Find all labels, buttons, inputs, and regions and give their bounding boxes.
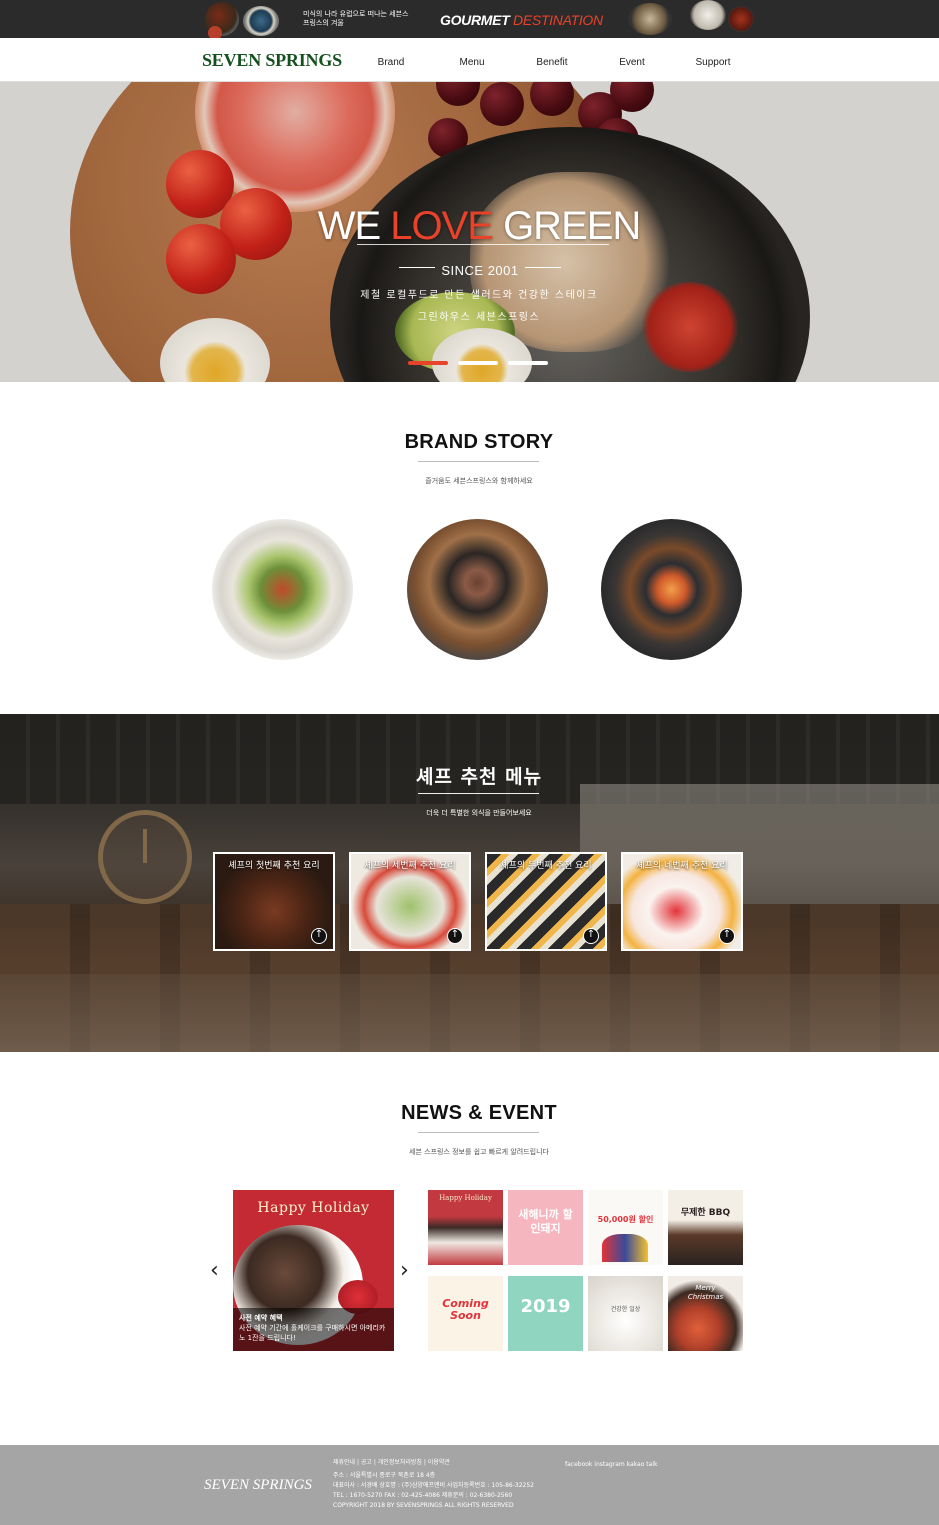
brand-story-title: BRAND STORY bbox=[404, 431, 554, 453]
news-thumb[interactable]: 새해니까 할인돼지 bbox=[508, 1190, 583, 1265]
brand-story-image-platter[interactable] bbox=[601, 519, 742, 660]
hero-divider bbox=[525, 267, 561, 268]
news-event-title: NEWS & EVENT bbox=[401, 1102, 557, 1124]
news-caption-desc: 사전 예약 기간에 홀케이크를 구매하시면 아메리카노 1잔을 드립니다! bbox=[239, 1324, 386, 1342]
news-caption: 사전 예약 혜택 사전 예약 기간에 홀케이크를 구매하시면 아메리카노 1잔을… bbox=[233, 1308, 394, 1351]
hero-since: SINCE 2001 bbox=[441, 263, 519, 278]
food-image bbox=[208, 26, 222, 38]
news-thumb[interactable]: Happy Holiday bbox=[428, 1190, 503, 1265]
hero-title-part: GREEN bbox=[492, 204, 641, 248]
nav-item-event[interactable]: Event bbox=[602, 57, 662, 68]
hero-slider: WE LOVE GREEN SINCE 2001 제철 로컬푸드로 만든 샐러드… bbox=[0, 82, 939, 382]
news-featured-card[interactable]: Happy Holiday 사전 예약 혜택 사전 예약 기간에 홀케이크를 구… bbox=[233, 1190, 394, 1351]
food-image bbox=[690, 0, 726, 30]
slide-dot[interactable] bbox=[508, 361, 548, 365]
hero-title: WE LOVE GREEN bbox=[0, 204, 939, 249]
hero-title-accent: LOVE bbox=[390, 204, 494, 248]
nav-item-support[interactable]: Support bbox=[683, 57, 743, 68]
chef-recommend-section: 셰프 추천 메뉴 더욱 더 특별한 외식을 만들어보세요 셰프의 첫번째 추천 … bbox=[0, 714, 939, 1052]
menu-card-title: 셰프의 세번째 추천 요리 bbox=[364, 861, 456, 871]
chevron-right-icon[interactable]: › bbox=[400, 1258, 409, 1283]
news-thumb[interactable]: 건강한 일상 bbox=[588, 1276, 663, 1351]
menu-card-title: 셰프의 네번째 추천 요리 bbox=[636, 861, 728, 871]
brand-story-subtitle: 즐거움도 세븐스프링스와 함께하세요 bbox=[425, 477, 533, 485]
footer-contact: TEL : 1670-5270 FAX : 02-425-4086 제휴문의 :… bbox=[333, 1492, 513, 1499]
promo-title: GOURMET DESTINATION bbox=[440, 12, 603, 28]
menu-card-title: 셰프의 두번째 추천 요리 bbox=[500, 861, 592, 871]
slide-dot[interactable] bbox=[458, 361, 498, 365]
footer-links[interactable]: 제휴안내 | 공고 | 개인정보처리방침 | 이용약관 bbox=[333, 1459, 450, 1467]
news-thumb[interactable]: 2019 bbox=[508, 1276, 583, 1351]
brand-story-image-salad[interactable] bbox=[212, 519, 353, 660]
nav-item-menu[interactable]: Menu bbox=[442, 57, 502, 68]
chef-menu-card[interactable]: 셰프의 두번째 추천 요리 ↑ bbox=[485, 852, 607, 951]
food-image bbox=[628, 3, 672, 35]
news-thumb-label: 2019 bbox=[520, 1296, 571, 1317]
chef-menu-card[interactable]: 셰프의 네번째 추천 요리 ↑ bbox=[621, 852, 743, 951]
hero-title-part: WE bbox=[317, 204, 391, 248]
menu-card-title: 셰프의 첫번째 추천 요리 bbox=[228, 861, 320, 871]
footer-company: 대표이사 : 서경배 상호명 : (주)삼양에프앤비 사업자등록번호 : 105… bbox=[333, 1482, 534, 1489]
news-caption-title: 사전 예약 혜택 bbox=[239, 1314, 283, 1322]
people-illustration bbox=[602, 1234, 648, 1262]
site-logo[interactable]: SEVEN SPRINGS bbox=[202, 50, 342, 71]
hero-description-sub: 그린하우스 세븐스프링스 bbox=[417, 312, 541, 323]
news-thumb[interactable]: Merry Christmas bbox=[668, 1276, 743, 1351]
news-thumb-label: Coming Soon bbox=[442, 1297, 489, 1322]
promo-subtitle: 미식의 나라 유럽으로 떠나는 세븐스프링스의 겨울 bbox=[303, 10, 409, 27]
promo-title-main: GOURMET bbox=[440, 12, 510, 28]
hero-description: 제철 로컬푸드로 만든 샐러드와 건강한 스테이크 bbox=[360, 290, 598, 301]
chef-divider bbox=[418, 793, 539, 794]
hero-since-block: SINCE 2001 bbox=[395, 260, 565, 279]
news-thumb-label: 무제한 BBQ bbox=[680, 1208, 731, 1218]
chef-title: 셰프 추천 메뉴 bbox=[415, 766, 543, 788]
news-thumb-label: 건강한 일상 bbox=[610, 1306, 641, 1313]
news-event-subtitle: 세븐 스프링스 정보를 쉽고 빠르게 알려드립니다 bbox=[409, 1148, 549, 1156]
footer-logo[interactable]: SEVEN SPRINGS bbox=[204, 1477, 312, 1494]
brand-story-divider bbox=[418, 461, 539, 462]
food-image bbox=[243, 6, 279, 36]
slide-dot-active[interactable] bbox=[408, 361, 448, 365]
chef-menu-card[interactable]: 셰프의 세번째 추천 요리 ↑ bbox=[349, 852, 471, 951]
news-banner-title: Happy Holiday bbox=[257, 1200, 370, 1216]
footer-copyright: COPYRIGHT 2018 BY SEVENSPRINGS ALL RIGHT… bbox=[333, 1502, 514, 1509]
site-footer: SEVEN SPRINGS 제휴안내 | 공고 | 개인정보처리방침 | 이용약… bbox=[0, 1445, 939, 1525]
news-thumb-label: 새해니까 할인돼지 bbox=[518, 1208, 573, 1235]
chef-menu-card[interactable]: 셰프의 첫번째 추천 요리 ↑ bbox=[213, 852, 335, 951]
hero-divider bbox=[399, 267, 435, 268]
chevron-left-icon[interactable]: ‹ bbox=[210, 1258, 219, 1283]
news-thumb-label: 50,000원 할인 bbox=[597, 1215, 654, 1224]
promo-banner[interactable]: 미식의 나라 유럽으로 떠나는 세븐스프링스의 겨울 GOURMET DESTI… bbox=[0, 0, 939, 38]
news-event-divider bbox=[418, 1132, 539, 1133]
promo-title-accent: DESTINATION bbox=[513, 12, 603, 28]
nav-item-brand[interactable]: Brand bbox=[361, 57, 421, 68]
arrow-up-icon[interactable]: ↑ bbox=[719, 928, 735, 944]
brand-story-image-pan[interactable] bbox=[407, 519, 548, 660]
footer-social-links[interactable]: facebook instagram kakao talk bbox=[565, 1461, 657, 1468]
nav-item-benefit[interactable]: Benefit bbox=[522, 57, 582, 68]
news-thumb[interactable]: 무제한 BBQ bbox=[668, 1190, 743, 1265]
news-thumb-label: Happy Holiday bbox=[439, 1194, 492, 1202]
footer-address: 주소 : 서울특별시 종로구 북촌로 18 4층 bbox=[333, 1472, 436, 1479]
arrow-up-icon[interactable]: ↑ bbox=[583, 928, 599, 944]
news-thumb[interactable]: 50,000원 할인 bbox=[588, 1190, 663, 1265]
hero-divider bbox=[357, 244, 609, 245]
arrow-up-icon[interactable]: ↑ bbox=[447, 928, 463, 944]
news-thumb[interactable]: Coming Soon bbox=[428, 1276, 503, 1351]
main-nav: SEVEN SPRINGS Brand Menu Benefit Event S… bbox=[0, 38, 939, 82]
chef-subtitle: 더욱 더 특별한 외식을 만들어보세요 bbox=[426, 809, 532, 817]
news-thumb-label: Merry Christmas bbox=[687, 1284, 724, 1301]
arrow-up-icon[interactable]: ↑ bbox=[311, 928, 327, 944]
food-image bbox=[728, 6, 754, 32]
